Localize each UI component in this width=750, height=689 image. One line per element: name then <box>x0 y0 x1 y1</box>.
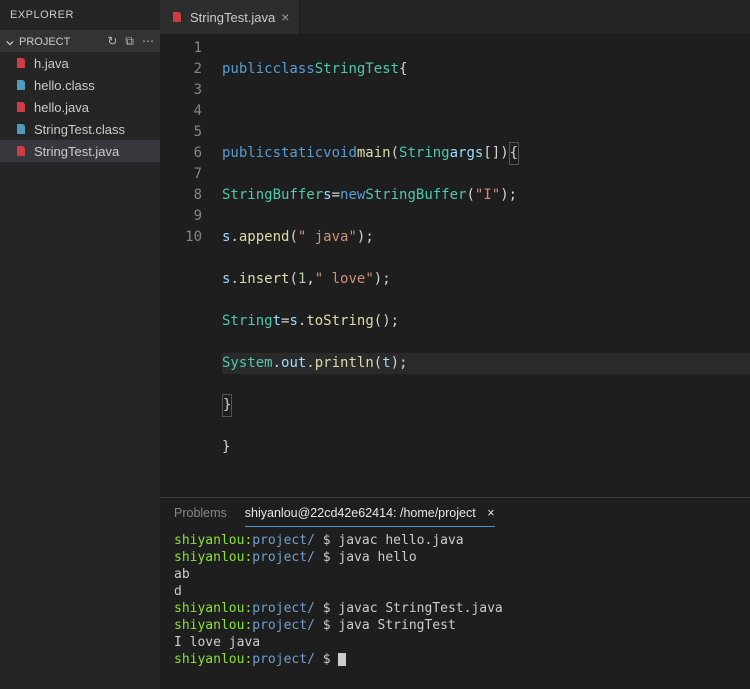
file-item[interactable]: StringTest.java <box>0 140 160 162</box>
close-icon[interactable]: × <box>281 9 289 25</box>
terminal-line: shiyanlou:project/ $ java StringTest <box>174 617 736 634</box>
line-number: 5 <box>160 122 202 143</box>
editor-tabs: StringTest.java × <box>160 0 750 34</box>
line-number: 1 <box>160 38 202 59</box>
line-number: 9 <box>160 206 202 227</box>
terminal-line: shiyanlou:project/ $ javac hello.java <box>174 532 736 549</box>
java-file-icon <box>14 100 28 114</box>
explorer-sidebar: Explorer PROJECT ↻ ⧉ ⋯ h.java hello.class… <box>0 0 160 689</box>
tab-label: StringTest.java <box>190 10 275 25</box>
file-item[interactable]: hello.java <box>0 96 160 118</box>
new-file-icon[interactable]: ⧉ <box>125 34 134 49</box>
project-label: PROJECT <box>19 36 70 48</box>
line-number: 10 <box>160 227 202 248</box>
terminal-panel: Problems shiyanlou@22cd42e62414: /home/p… <box>160 497 750 689</box>
line-number: 2 <box>160 59 202 80</box>
java-file-icon <box>170 10 184 24</box>
file-name: h.java <box>34 56 69 71</box>
terminal-output: d <box>174 583 736 600</box>
main-area: StringTest.java × 12345678910 public cla… <box>160 0 750 689</box>
refresh-icon[interactable]: ↻ <box>107 34 117 49</box>
project-section-header[interactable]: PROJECT ↻ ⧉ ⋯ <box>0 30 160 52</box>
terminal-tabs: Problems shiyanlou@22cd42e62414: /home/p… <box>160 498 750 528</box>
line-number: 7 <box>160 164 202 185</box>
terminal-line: shiyanlou:project/ $ <box>174 651 736 668</box>
terminal-output: ab <box>174 566 736 583</box>
tabs-spacer <box>300 0 750 34</box>
terminal-body[interactable]: shiyanlou:project/ $ javac hello.javashi… <box>160 528 750 689</box>
terminal-line: shiyanlou:project/ $ javac StringTest.ja… <box>174 600 736 617</box>
more-icon[interactable]: ⋯ <box>142 34 154 49</box>
code-editor[interactable]: 12345678910 public class StringTest{ pub… <box>160 34 750 497</box>
chevron-down-icon <box>6 38 14 46</box>
class-file-icon <box>14 122 28 136</box>
tab-problems[interactable]: Problems <box>174 500 227 526</box>
file-name: StringTest.class <box>34 122 125 137</box>
tab-terminal[interactable]: shiyanlou@22cd42e62414: /home/project × <box>245 500 495 527</box>
code-content: public class StringTest{ public static v… <box>222 38 750 497</box>
file-name: StringTest.java <box>34 144 119 159</box>
file-item[interactable]: h.java <box>0 52 160 74</box>
line-gutter: 12345678910 <box>160 38 222 497</box>
class-file-icon <box>14 78 28 92</box>
line-number: 3 <box>160 80 202 101</box>
file-name: hello.java <box>34 100 89 115</box>
explorer-title: Explorer <box>0 0 160 30</box>
line-number: 6 <box>160 143 202 164</box>
terminal-output: I love java <box>174 634 736 651</box>
close-icon[interactable]: × <box>487 506 494 520</box>
tab-stringtest[interactable]: StringTest.java × <box>160 0 300 34</box>
project-actions: ↻ ⧉ ⋯ <box>107 34 154 49</box>
terminal-line: shiyanlou:project/ $ java hello <box>174 549 736 566</box>
line-number: 8 <box>160 185 202 206</box>
file-name: hello.class <box>34 78 95 93</box>
file-item[interactable]: StringTest.class <box>0 118 160 140</box>
file-list: h.java hello.class hello.java StringTest.cl… <box>0 52 160 162</box>
file-item[interactable]: hello.class <box>0 74 160 96</box>
java-file-icon <box>14 56 28 70</box>
cursor <box>338 653 346 666</box>
line-number: 4 <box>160 101 202 122</box>
java-file-icon <box>14 144 28 158</box>
terminal-title: shiyanlou@22cd42e62414: /home/project <box>245 506 476 520</box>
